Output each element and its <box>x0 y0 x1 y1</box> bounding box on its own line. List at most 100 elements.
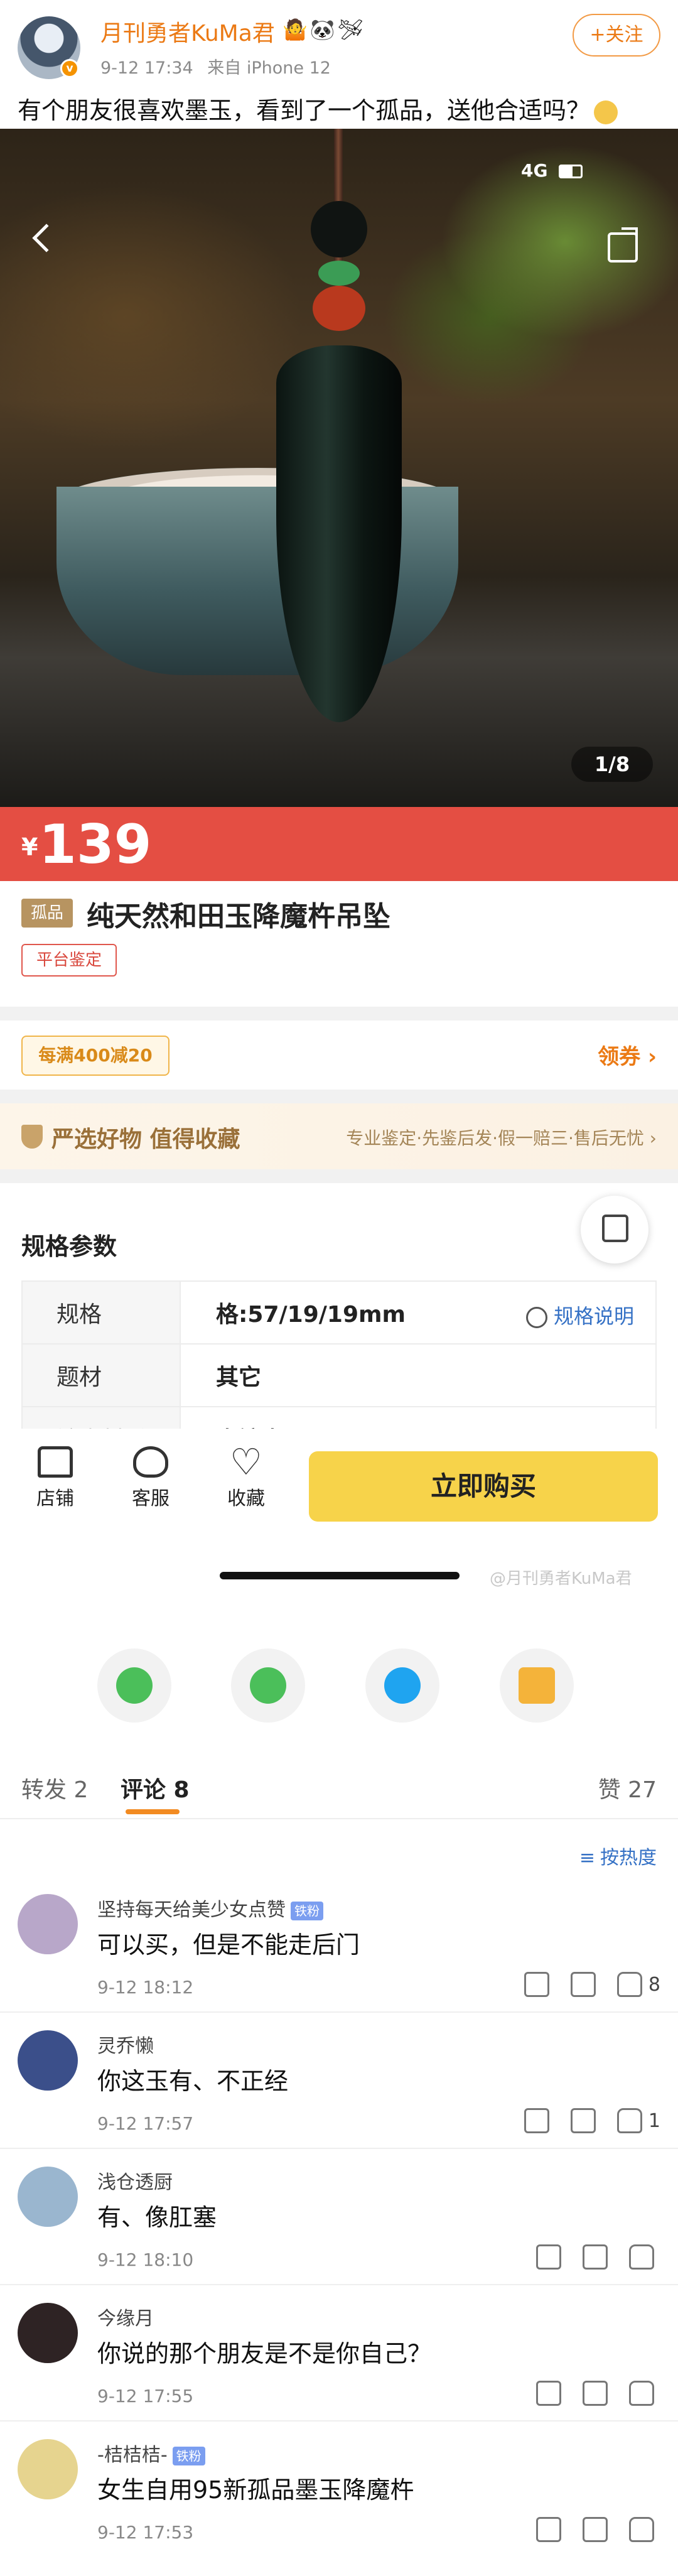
commenter-name[interactable]: 浅仓透厨 <box>97 2167 173 2194</box>
product-title: 纯天然和田玉降魔杵吊坠 <box>87 901 390 933</box>
save-image-button[interactable] <box>500 1648 574 1723</box>
like-button[interactable] <box>629 2381 660 2406</box>
thumbs-up-icon <box>629 2381 654 2406</box>
service-label: 客服 <box>132 1488 170 1510</box>
comment-time: 9-12 17:53 <box>97 2522 194 2543</box>
thinking-emoji-icon <box>594 100 618 124</box>
customer-service-button[interactable]: 客服 <box>119 1446 182 1510</box>
red-bead <box>313 286 365 331</box>
authentication-tag: 平台鉴定 <box>21 944 117 977</box>
repost-icon[interactable] <box>524 1972 549 1997</box>
like-count: 8 <box>648 1973 660 1996</box>
divider <box>0 1090 678 1103</box>
jade-vajra <box>276 345 402 722</box>
divider <box>0 1007 678 1020</box>
spec-key: 规格 <box>21 1280 181 1345</box>
comment-actions: 1 <box>524 2107 660 2135</box>
buy-now-button[interactable]: 立即购买 <box>309 1451 658 1522</box>
comment-actions: 8 <box>524 1971 660 1998</box>
product-image[interactable]: 4G 1/8 <box>0 129 678 807</box>
select-banner[interactable]: 严选好物 值得收藏 专业鉴定·先鉴后发·假一赔三·售后无忧 › <box>0 1103 678 1169</box>
reply-icon[interactable] <box>583 2244 608 2270</box>
author-name[interactable]: 月刊勇者KuMa君 <box>100 15 275 48</box>
price-bar: ¥ 139 <box>0 807 678 881</box>
save-image-icon <box>519 1667 555 1704</box>
network-label: 4G <box>521 160 548 181</box>
repost-icon[interactable] <box>536 2244 561 2270</box>
spec-key: 题材 <box>21 1343 181 1407</box>
coupon-row[interactable]: 每满400减20 领券 › <box>0 1020 678 1090</box>
shop-label: 店铺 <box>36 1488 74 1510</box>
commenter-name[interactable]: -桔桔桔- 铁粉 <box>97 2439 205 2467</box>
solo-tag: 孤品 <box>21 899 73 928</box>
shield-check-icon <box>21 1125 43 1149</box>
thumbs-up-icon <box>629 2244 654 2270</box>
spec-value-text: 格:57/19/19mm <box>216 1302 406 1328</box>
post-meta: 9-12 17:34 来自 iPhone 12 <box>100 54 331 78</box>
author-emoji: 🤷🐼🛩 <box>282 18 366 41</box>
commenter-name[interactable]: 灵乔懒 <box>97 2030 154 2058</box>
reply-icon[interactable] <box>583 2517 608 2542</box>
share-wechat-button[interactable] <box>97 1648 171 1723</box>
sort-by-popularity[interactable]: 按热度 <box>579 1842 657 1870</box>
image-counter: 1/8 <box>571 747 653 782</box>
post-text: 有个朋友很喜欢墨玉，看到了一个孤品，送他合适吗？ <box>18 93 618 128</box>
share-moments-button[interactable] <box>231 1648 305 1723</box>
share-qq-button[interactable] <box>365 1648 439 1723</box>
jade-pendant <box>276 129 402 732</box>
like-button[interactable]: 1 <box>616 2108 660 2133</box>
shop-button[interactable]: 店铺 <box>24 1446 87 1510</box>
comment-text: 你这玉有、不正经 <box>97 2067 289 2095</box>
tab-comments[interactable]: 评论 8 <box>121 1772 190 1804</box>
like-button[interactable] <box>629 2517 660 2542</box>
favorite-button[interactable]: 收藏 <box>215 1446 277 1510</box>
comment-time: 9-12 17:55 <box>97 2386 194 2406</box>
product-screenshot[interactable]: 4G 1/8 ¥ 139 孤品 纯天然和田玉降魔杵吊坠 平台鉴定 每满400减2… <box>0 129 678 1699</box>
comment-text: 有、像肛塞 <box>97 2204 217 2231</box>
repost-icon[interactable] <box>536 2517 561 2542</box>
commenter-name[interactable]: 今缘月 <box>97 2303 154 2330</box>
commenter-avatar[interactable] <box>18 2167 78 2227</box>
reply-icon[interactable] <box>583 2381 608 2406</box>
back-arrow-icon[interactable] <box>32 224 61 252</box>
commenter-name[interactable]: 坚持每天给美少女点赞 铁粉 <box>97 1894 323 1922</box>
post-source: 来自 iPhone 12 <box>207 58 331 78</box>
repost-icon[interactable] <box>524 2108 549 2133</box>
reply-icon[interactable] <box>570 2108 596 2133</box>
favorite-label: 收藏 <box>227 1488 265 1510</box>
spec-help-link[interactable]: 规格说明 <box>525 1301 634 1329</box>
product-info: 孤品 纯天然和田玉降魔杵吊坠 平台鉴定 <box>0 881 678 1007</box>
select-title: 严选好物 值得收藏 <box>51 1127 240 1152</box>
commenter-avatar[interactable] <box>18 2439 78 2499</box>
post-date: 9-12 17:34 <box>100 58 193 78</box>
thumbs-up-icon <box>629 2517 654 2542</box>
comment-text: 可以买，但是不能走后门 <box>97 1931 360 1959</box>
like-button[interactable] <box>629 2244 660 2270</box>
shop-icon <box>38 1446 73 1478</box>
commenter-avatar[interactable] <box>18 2030 78 2091</box>
share-icon[interactable] <box>608 227 638 262</box>
comment-actions <box>536 2516 660 2543</box>
like-count: 1 <box>648 2109 660 2132</box>
commenter-avatar[interactable] <box>18 2303 78 2363</box>
comment-actions <box>536 2243 660 2271</box>
coupon-tag: 每满400减20 <box>21 1036 170 1076</box>
like-button[interactable]: 8 <box>616 1972 660 1997</box>
thumbs-up-icon <box>616 2108 642 2133</box>
post-text-content: 有个朋友很喜欢墨玉，看到了一个孤品，送他合适吗？ <box>18 97 591 124</box>
tab-repost[interactable]: 转发 2 <box>21 1772 88 1804</box>
specs-title: 规格参数 <box>21 1233 117 1260</box>
comment-tabs: 转发 2 评论 8 赞 27 <box>0 1744 678 1819</box>
tab-likes[interactable]: 赞 27 <box>598 1772 657 1804</box>
reply-icon[interactable] <box>570 1972 596 1997</box>
comment-actions <box>536 2379 660 2407</box>
get-coupon-link[interactable]: 领券 › <box>598 1039 657 1070</box>
share-row <box>0 1630 678 1736</box>
qq-icon <box>384 1667 421 1704</box>
repost-icon[interactable] <box>536 2381 561 2406</box>
spec-help-label: 规格说明 <box>553 1304 634 1328</box>
favorite-float-button[interactable] <box>581 1196 648 1264</box>
commenter-avatar[interactable] <box>18 1894 78 1954</box>
follow-button[interactable]: +关注 <box>573 14 660 57</box>
price: 139 <box>39 813 152 876</box>
